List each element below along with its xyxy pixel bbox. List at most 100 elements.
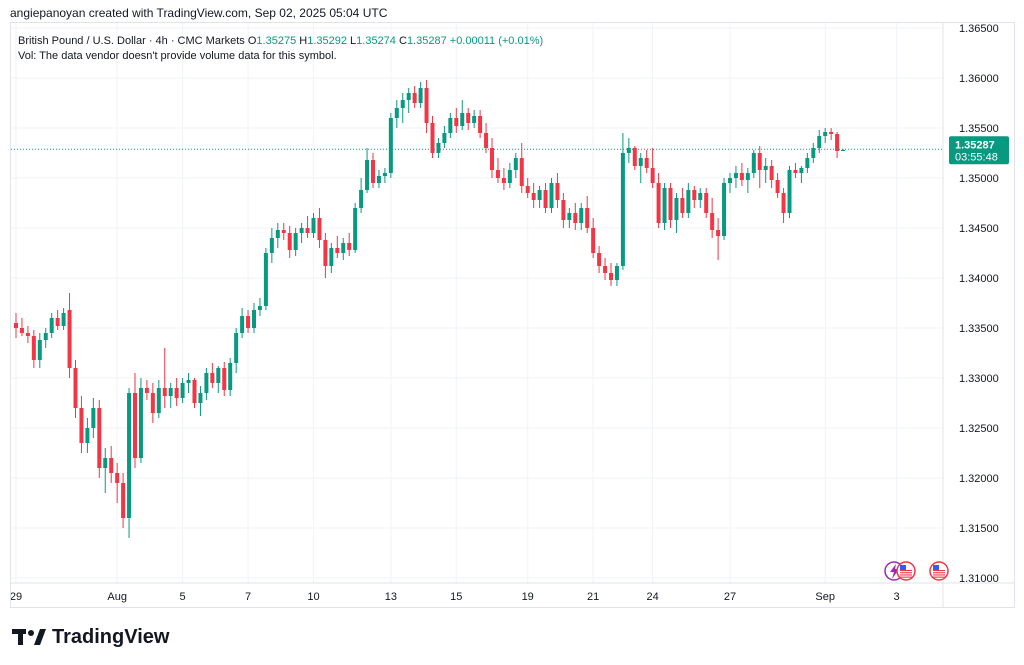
candle-down[interactable] — [14, 323, 18, 328]
candle-up[interactable] — [579, 208, 584, 223]
candle-down[interactable] — [692, 190, 697, 200]
candle-up[interactable] — [359, 190, 364, 208]
candle-up[interactable] — [722, 183, 727, 236]
candle-up[interactable] — [299, 228, 304, 233]
candle-up[interactable] — [91, 408, 96, 428]
candle-down[interactable] — [680, 198, 685, 213]
candle-up[interactable] — [507, 170, 512, 183]
candle-down[interactable] — [775, 180, 780, 193]
candle-down[interactable] — [484, 133, 489, 148]
candle-down[interactable] — [115, 473, 120, 483]
candle-up[interactable] — [49, 318, 54, 333]
candle-down[interactable] — [478, 116, 483, 133]
candle-down[interactable] — [591, 228, 596, 253]
candlestick-chart[interactable]: 1.310001.315001.320001.325001.330001.335… — [10, 23, 1014, 607]
candle-down[interactable] — [835, 134, 840, 151]
candle-down[interactable] — [525, 186, 530, 193]
candle-down[interactable] — [109, 458, 114, 473]
candle-down[interactable] — [710, 213, 715, 230]
candle-down[interactable] — [55, 318, 60, 326]
candle-up[interactable] — [733, 173, 738, 178]
candle-down[interactable] — [121, 483, 126, 518]
candle-up[interactable] — [341, 243, 346, 253]
candle-down[interactable] — [73, 368, 78, 408]
candle-up[interactable] — [799, 168, 804, 173]
candle-down[interactable] — [19, 328, 24, 333]
candle-up[interactable] — [329, 248, 334, 266]
candle-up[interactable] — [614, 266, 619, 280]
candle-up[interactable] — [745, 173, 750, 180]
candle-down[interactable] — [609, 273, 613, 280]
candle-down[interactable] — [495, 170, 500, 178]
candle-down[interactable] — [490, 148, 494, 170]
candle-up[interactable] — [662, 188, 667, 223]
candle-down[interactable] — [454, 118, 459, 126]
candle-up[interactable] — [626, 148, 631, 153]
candle-up[interactable] — [103, 458, 108, 468]
chart-panel[interactable]: 1.31000 1.31500 1.32000 1.32500 1.33000 1.335… — [10, 22, 1015, 608]
candle-up[interactable] — [751, 153, 756, 173]
candle-down[interactable] — [67, 310, 72, 368]
candle-down[interactable] — [466, 113, 471, 123]
candle-up[interactable] — [674, 198, 679, 220]
candle-up[interactable] — [216, 368, 221, 383]
candle-up[interactable] — [263, 253, 268, 306]
candle-up[interactable] — [269, 238, 274, 253]
candle-down[interactable] — [656, 183, 661, 223]
candle-up[interactable] — [811, 148, 816, 158]
candle-down[interactable] — [430, 123, 435, 153]
candle-down[interactable] — [757, 153, 762, 170]
candle-up[interactable] — [472, 116, 477, 123]
candle-down[interactable] — [162, 388, 167, 396]
candle-up[interactable] — [43, 333, 48, 340]
candle-up[interactable] — [275, 230, 280, 238]
candle-down[interactable] — [281, 230, 286, 233]
candle-down[interactable] — [501, 178, 506, 183]
candle-down[interactable] — [603, 266, 608, 273]
candle-up[interactable] — [127, 393, 132, 518]
candle-up[interactable] — [240, 316, 245, 333]
candle-down[interactable] — [769, 166, 774, 180]
candle-up[interactable] — [638, 158, 643, 166]
candle-down[interactable] — [829, 132, 834, 134]
candle-down[interactable] — [174, 388, 179, 398]
candle-up[interactable] — [698, 193, 703, 200]
candle-up[interactable] — [418, 88, 423, 103]
candle-down[interactable] — [585, 208, 590, 228]
candle-up[interactable] — [311, 218, 316, 233]
candle-up[interactable] — [198, 393, 203, 403]
candle-up[interactable] — [728, 178, 732, 183]
candle-up[interactable] — [406, 93, 411, 100]
candle-down[interactable] — [222, 368, 227, 390]
candle-up[interactable] — [400, 100, 405, 108]
candle-up[interactable] — [460, 113, 465, 126]
candle-down[interactable] — [650, 168, 655, 183]
candle-down[interactable] — [150, 393, 155, 413]
candle-up[interactable] — [567, 213, 572, 220]
candle-up[interactable] — [180, 383, 185, 398]
candle-down[interactable] — [668, 188, 673, 220]
candle-up[interactable] — [620, 153, 625, 266]
candle-up[interactable] — [448, 118, 453, 133]
candle-down[interactable] — [644, 158, 649, 168]
candle-up[interactable] — [85, 428, 90, 443]
candle-down[interactable] — [739, 173, 744, 180]
candle-down[interactable] — [210, 373, 215, 383]
candle-up[interactable] — [382, 173, 387, 176]
candle-down[interactable] — [543, 190, 548, 208]
candle-up[interactable] — [388, 118, 393, 173]
candle-down[interactable] — [31, 336, 36, 360]
candle-down[interactable] — [781, 193, 786, 213]
candle-down[interactable] — [335, 248, 340, 253]
candle-down[interactable] — [133, 393, 137, 458]
candle-up[interactable] — [817, 136, 822, 148]
candle-down[interactable] — [323, 240, 328, 266]
candle-down[interactable] — [793, 170, 798, 173]
candle-down[interactable] — [412, 93, 417, 103]
candle-up[interactable] — [168, 388, 173, 396]
candle-up[interactable] — [353, 208, 358, 250]
candle-down[interactable] — [704, 193, 709, 213]
candle-up[interactable] — [686, 190, 691, 213]
candle-up[interactable] — [37, 340, 42, 360]
candle-down[interactable] — [716, 230, 721, 236]
